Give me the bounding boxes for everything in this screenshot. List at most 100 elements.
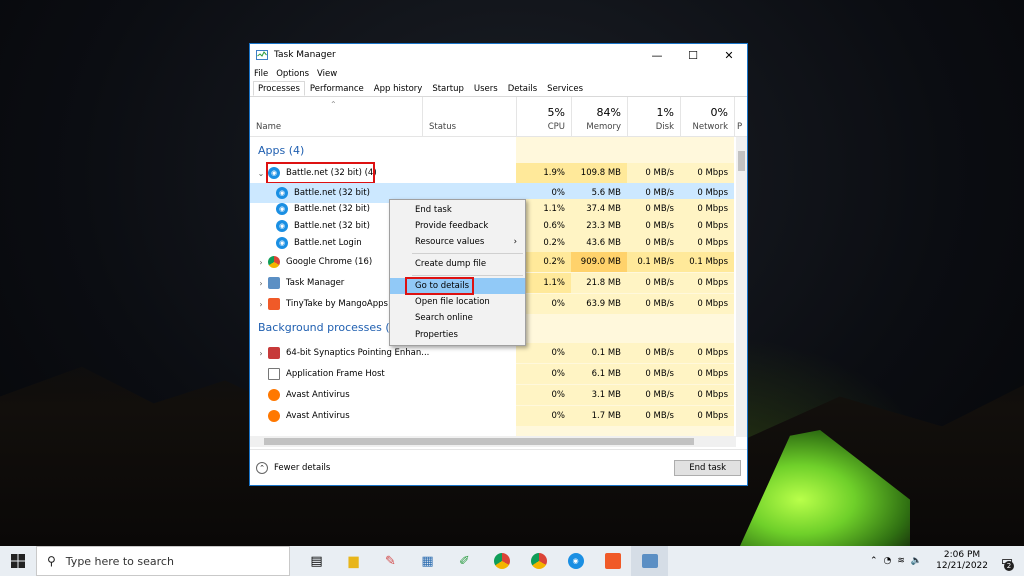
volume-icon[interactable]: 🔈 — [911, 556, 922, 566]
avast-icon — [268, 389, 280, 401]
menu-file[interactable]: File — [254, 69, 268, 79]
chevron-right-icon[interactable]: › — [256, 279, 266, 288]
context-create-dump-file[interactable]: Create dump file — [390, 256, 525, 272]
taskbar: ⚲ Type here to search ▤ ▆ ✎ ▦ ✐ ◉ ⌃ ◔ ≋ … — [0, 546, 1024, 576]
close-button[interactable]: ✕ — [711, 44, 747, 66]
maximize-button[interactable]: ☐ — [675, 44, 711, 66]
chevron-right-icon[interactable]: › — [256, 258, 266, 267]
chevron-down-icon[interactable]: ⌄ — [256, 169, 266, 178]
cpu-value: 0% — [516, 343, 571, 363]
chevron-right-icon[interactable]: › — [256, 349, 266, 358]
fewer-details-button[interactable]: ⌃ Fewer details — [256, 461, 331, 474]
tinytake-icon — [268, 298, 280, 310]
tab-bar: Processes Performance App history Startu… — [250, 81, 747, 97]
task-manager-icon[interactable] — [631, 546, 668, 576]
menu-options[interactable]: Options — [276, 69, 309, 79]
footer: ⌃ Fewer details End task — [250, 449, 747, 485]
process-name: Battle.net (32 bit) — [294, 188, 370, 198]
clock-date: 12/21/2022 — [936, 561, 988, 571]
column-disk[interactable]: 1% Disk — [627, 97, 680, 137]
column-status[interactable]: Status — [422, 97, 516, 137]
chrome-icon[interactable] — [483, 546, 520, 576]
task-manager-icon — [268, 277, 280, 289]
notification-icon[interactable]: ▭ 2 — [996, 546, 1024, 576]
column-power[interactable]: P — [734, 97, 747, 137]
tinytake-icon[interactable] — [594, 546, 631, 576]
vertical-scrollbar[interactable] — [736, 137, 747, 437]
window-title: Task Manager — [274, 50, 336, 60]
process-name: Avast Antivirus — [286, 390, 350, 400]
context-provide-feedback[interactable]: Provide feedback — [390, 218, 525, 234]
cpu-value: 0% — [516, 406, 571, 426]
calculator-icon[interactable]: ▦ — [409, 546, 446, 576]
context-end-task[interactable]: End task — [390, 202, 525, 218]
tab-details[interactable]: Details — [503, 81, 542, 96]
process-row[interactable]: Avast Antivirus 0% 1.7 MB 0 MB/s 0 Mbps — [250, 406, 734, 426]
task-view-icon[interactable]: ▤ — [298, 546, 335, 576]
context-properties[interactable]: Properties — [390, 327, 525, 343]
context-resource-values[interactable]: Resource values › — [390, 234, 525, 250]
clock-time: 2:06 PM — [943, 550, 981, 560]
system-tray: ⌃ ◔ ≋ 🔈 2:06 PM 12/21/2022 ▭ 2 — [870, 546, 1024, 576]
chevron-up-icon[interactable]: ⌃ — [870, 556, 878, 566]
tab-processes[interactable]: Processes — [253, 81, 305, 96]
disk-value: 0.1 MB/s — [627, 252, 680, 272]
process-name: Google Chrome (16) — [286, 257, 373, 267]
highlight-box — [266, 162, 375, 184]
network-value: 0 Mbps — [680, 163, 734, 183]
taskbar-search[interactable]: ⚲ Type here to search — [36, 546, 290, 576]
clock[interactable]: 2:06 PM 12/21/2022 — [936, 550, 988, 572]
process-row[interactable]: › 64-bit Synaptics Pointing Enhan... 0% … — [250, 343, 734, 363]
column-name[interactable]: Name — [250, 97, 422, 137]
process-row[interactable]: Avast Antivirus 0% 3.1 MB 0 MB/s 0 Mbps — [250, 385, 734, 405]
wifi-icon[interactable]: ≋ — [897, 556, 905, 566]
tab-startup[interactable]: Startup — [427, 81, 469, 96]
chrome-profile-icon[interactable] — [520, 546, 557, 576]
synaptics-icon — [268, 347, 280, 359]
process-row[interactable]: Application Frame Host 0% 6.1 MB 0 MB/s … — [250, 364, 734, 384]
context-open-file-location[interactable]: Open file location — [390, 294, 525, 310]
minimize-button[interactable]: — — [639, 44, 675, 66]
paint-icon[interactable]: ✎ — [372, 546, 409, 576]
disk-value: 0 MB/s — [627, 343, 680, 363]
scrollbar-thumb[interactable] — [738, 151, 745, 171]
memory-value: 6.1 MB — [571, 364, 627, 384]
battlenet-icon[interactable]: ◉ — [557, 546, 594, 576]
sticky-notes-icon[interactable]: ✐ — [446, 546, 483, 576]
search-placeholder: Type here to search — [65, 554, 174, 568]
menu-view[interactable]: View — [317, 69, 337, 79]
battlenet-icon: ◉ — [276, 220, 288, 232]
tab-performance[interactable]: Performance — [305, 81, 369, 96]
disk-value: 0 MB/s — [627, 294, 680, 314]
process-name: Avast Antivirus — [286, 411, 350, 421]
horizontal-scrollbar[interactable] — [250, 436, 736, 447]
file-explorer-icon[interactable]: ▆ — [335, 546, 372, 576]
context-search-online[interactable]: Search online — [390, 310, 525, 326]
memory-value: 0.1 MB — [571, 343, 627, 363]
network-icon[interactable]: ◔ — [884, 556, 892, 566]
memory-value: 1.7 MB — [571, 406, 627, 426]
chevron-right-icon: › — [513, 237, 517, 247]
column-memory[interactable]: 84% Memory — [571, 97, 627, 137]
column-cpu[interactable]: 5% CPU — [516, 97, 571, 137]
end-task-button[interactable]: End task — [674, 459, 741, 476]
scrollbar-thumb[interactable] — [264, 438, 694, 445]
column-network[interactable]: 0% Network — [680, 97, 734, 137]
highlight-box — [405, 277, 474, 295]
tab-app-history[interactable]: App history — [369, 81, 428, 96]
tab-users[interactable]: Users — [469, 81, 503, 96]
search-icon: ⚲ — [47, 554, 56, 568]
chevron-up-icon: ⌃ — [256, 461, 268, 474]
disk-value: 0 MB/s — [627, 273, 680, 293]
disk-value: 0 MB/s — [627, 163, 680, 183]
fewer-details-label: Fewer details — [274, 462, 331, 473]
start-button[interactable] — [0, 546, 36, 576]
disk-value: 0 MB/s — [627, 406, 680, 426]
battlenet-icon: ◉ — [276, 203, 288, 215]
memory-value: 3.1 MB — [571, 385, 627, 405]
tab-services[interactable]: Services — [542, 81, 588, 96]
title-bar[interactable]: Task Manager — ☐ ✕ — [250, 44, 747, 66]
chevron-right-icon[interactable]: › — [256, 300, 266, 309]
network-value: 0 Mbps — [680, 385, 734, 405]
menu-separator — [412, 253, 523, 254]
